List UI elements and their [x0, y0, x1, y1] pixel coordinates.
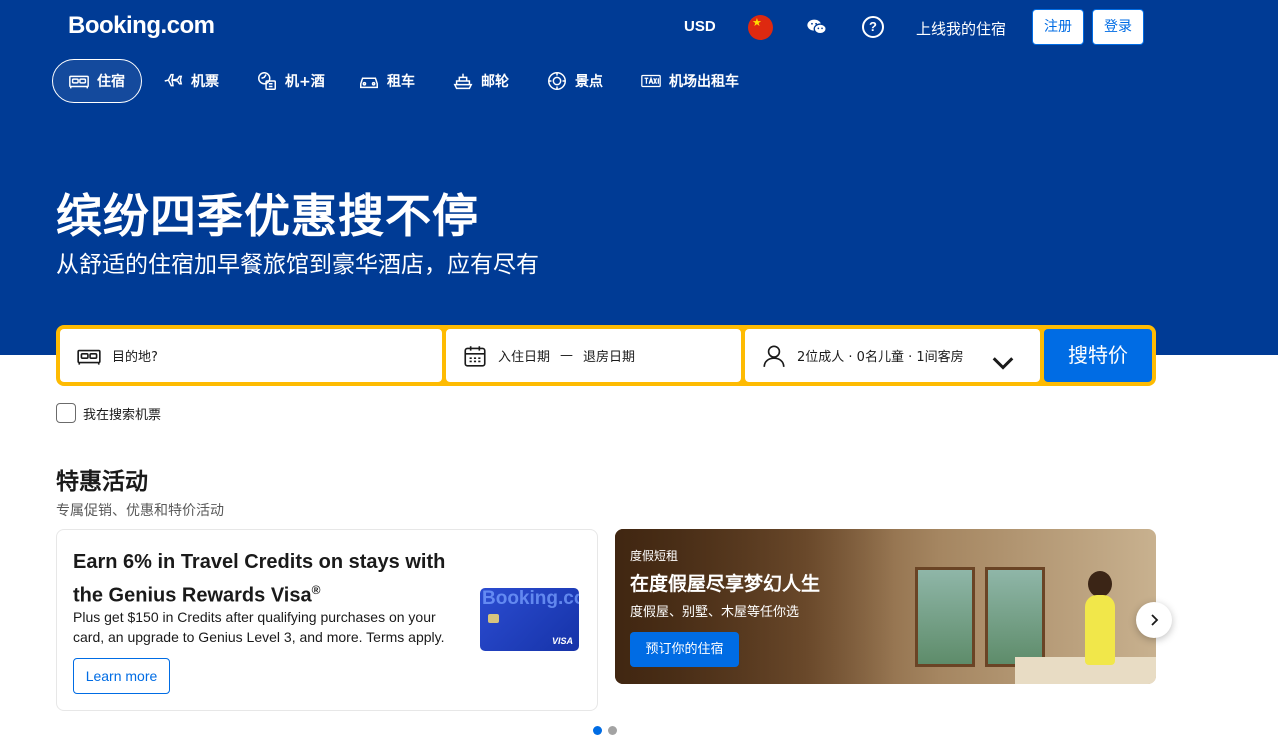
photo-window [915, 567, 975, 667]
card2-eyebrow: 度假短租 [630, 549, 679, 563]
plane-icon [164, 73, 183, 87]
nav-tab-flight-hotel[interactable]: 机+酒 [256, 59, 325, 103]
list-property-link[interactable]: 上线我的住宿 [916, 18, 1006, 39]
flights-checkbox-row[interactable]: 我在搜索机票 [56, 403, 161, 423]
nav-tab-label: 邮轮 [481, 74, 509, 90]
booking-logo[interactable]: Booking.com [68, 12, 215, 40]
nav-tab-label: 住宿 [97, 74, 125, 90]
hero-banner: Booking.com USD ★ ? 上线我的住宿 注册 登录 住宿 机票 机… [0, 0, 1278, 355]
nav-tab-label: 机票 [191, 74, 219, 90]
bed-icon [77, 349, 101, 365]
visa-card-image: Booking.com VISA [480, 588, 579, 651]
car-icon [360, 77, 378, 89]
carousel-next-button[interactable] [1136, 602, 1172, 638]
photo-window [985, 567, 1045, 667]
learn-more-button[interactable]: Learn more [73, 658, 170, 694]
calendar-icon [464, 345, 486, 367]
nav-tab-flights[interactable]: 机票 [162, 59, 219, 103]
card-chip [488, 614, 499, 623]
nav-tab-label: 机+酒 [285, 74, 325, 90]
nav-tab-label: 租车 [387, 74, 415, 90]
search-button[interactable]: 搜特价 [1044, 329, 1152, 382]
offers-title: 特惠活动 [56, 469, 148, 495]
nav-tab-car-rental[interactable]: 租车 [358, 59, 415, 103]
card1-description: Plus get $150 in Credits after qualifyin… [73, 609, 445, 645]
flights-checkbox[interactable] [56, 403, 76, 423]
checkout-label: 退房日期 [583, 350, 636, 365]
registered-mark: ® [311, 583, 321, 597]
search-bar: 目的地? 入住日期 — 退房日期 2位成人 · 0名儿童 · 1间客房 搜特价 [56, 325, 1156, 386]
nav-tab-cruises[interactable]: 邮轮 [452, 59, 509, 103]
carousel-dot[interactable] [593, 726, 602, 735]
checkin-label: 入住日期 [498, 350, 551, 365]
nav-tab-airport-taxi[interactable]: 机场出租车 [640, 59, 739, 103]
destination-field[interactable]: 目的地? [60, 329, 442, 382]
currency-selector[interactable]: USD [684, 18, 716, 35]
nav-tab-label: 机场出租车 [669, 74, 739, 90]
hero-subtitle: 从舒适的住宿加早餐旅馆到豪华酒店，应有尽有 [56, 252, 539, 278]
bed-icon [69, 75, 89, 89]
photo-person-head [1088, 571, 1112, 597]
date-range-field[interactable]: 入住日期 — 退房日期 [446, 329, 741, 382]
login-button[interactable]: 登录 [1092, 9, 1144, 45]
photo-person [1085, 595, 1115, 665]
person-icon [763, 344, 785, 367]
register-button[interactable]: 注册 [1032, 9, 1084, 45]
flights-checkbox-label: 我在搜索机票 [83, 407, 162, 423]
attraction-icon [548, 72, 566, 90]
visa-logo: VISA [551, 636, 573, 646]
china-flag-icon[interactable]: ★ [748, 15, 773, 40]
genius-visa-card: Earn 6% in Travel Credits on stays with … [56, 529, 598, 711]
vacation-rental-card: 度假短租 在度假屋尽享梦幻人生 度假屋、别墅、木屋等任你选 预订你的住宿 [615, 529, 1156, 684]
chevron-right-icon [1151, 614, 1159, 626]
offers-subtitle: 专属促销、优惠和特价活动 [56, 503, 224, 519]
carousel-dot[interactable] [608, 726, 617, 735]
guests-summary: 2位成人 · 0名儿童 · 1间客房 [797, 350, 964, 365]
carousel-pagination [593, 726, 623, 735]
guests-field[interactable]: 2位成人 · 0名儿童 · 1间客房 [745, 329, 1040, 382]
nav-tab-stays[interactable]: 住宿 [52, 59, 142, 103]
flight-hotel-icon [258, 72, 276, 90]
nav-tab-label: 景点 [575, 74, 603, 90]
taxi-icon [641, 74, 661, 88]
ship-icon [453, 73, 473, 90]
card-watermark: Booking.com [482, 588, 579, 609]
wechat-icon[interactable] [806, 16, 828, 38]
date-separator: — [560, 348, 574, 363]
nav-tab-attractions[interactable]: 景点 [546, 59, 603, 103]
card1-title: Earn 6% in Travel Credits on stays with … [73, 551, 446, 607]
card2-subtitle: 度假屋、别墅、木屋等任你选 [630, 605, 800, 620]
chevron-down-icon [992, 357, 1014, 370]
help-icon[interactable]: ? [862, 16, 884, 38]
card2-title: 在度假屋尽享梦幻人生 [630, 573, 821, 595]
destination-placeholder: 目的地? [112, 350, 158, 365]
hero-title: 缤纷四季优惠搜不停 [56, 189, 479, 243]
book-stay-button[interactable]: 预订你的住宿 [630, 632, 739, 667]
